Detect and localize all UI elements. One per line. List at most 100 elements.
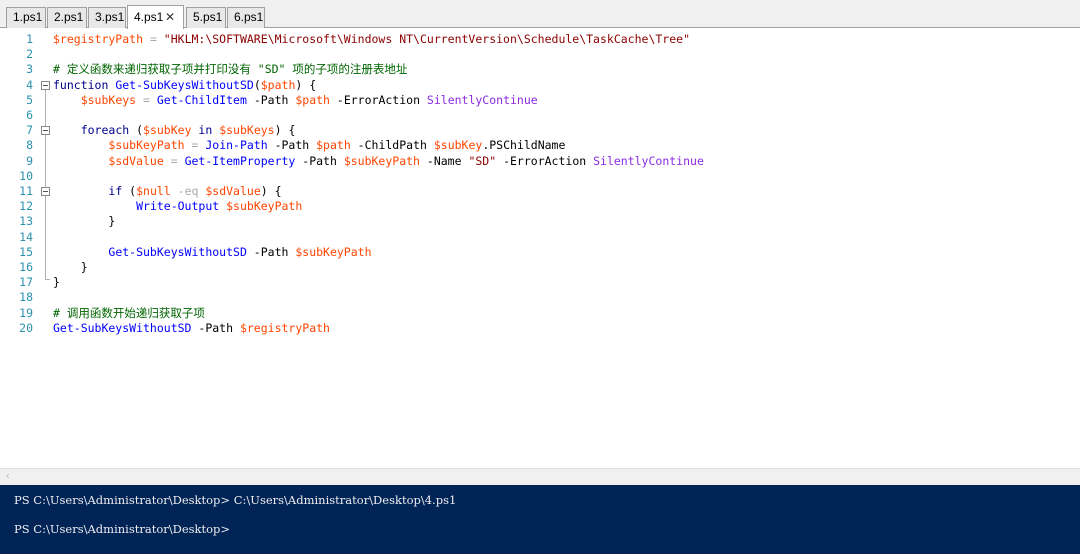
- collapse-minus-icon[interactable]: [41, 187, 50, 196]
- code-token: $sdValue: [205, 184, 261, 198]
- code-token: $subKeyPath: [226, 199, 303, 214]
- code-token: (: [253, 77, 261, 92]
- tab-4-ps1[interactable]: 4.ps1 ✕: [127, 5, 184, 29]
- collapse-minus-icon[interactable]: [41, 80, 50, 90]
- code-line[interactable]: 9 $sdValue = Get-ItemProperty -Path $sub…: [0, 154, 1080, 169]
- console-line: PS C:\Users\Administrator\Desktop> C:\Us…: [14, 493, 457, 507]
- code-line[interactable]: 16 }: [0, 260, 1080, 275]
- line-number: 8: [26, 138, 33, 153]
- code-line[interactable]: 6: [0, 108, 1080, 123]
- collapse-minus-icon[interactable]: [41, 126, 50, 136]
- code-token: $registryPath: [239, 320, 330, 335]
- code-text: }: [53, 275, 60, 290]
- close-icon[interactable]: ✕: [165, 6, 175, 28]
- script-editor[interactable]: 1 $registryPath = "HKLM:\SOFTWARE\Microso…: [0, 28, 1080, 468]
- code-line[interactable]: 11 if ($null -eq $sdValue) {: [0, 184, 1080, 199]
- line-number: 12: [19, 199, 33, 214]
- code-token: -Path: [246, 244, 296, 259]
- code-token: "HKLM:\SOFTWARE\Microsoft\Windows NT\Cur…: [163, 32, 690, 46]
- code-token: $subKeyPath: [108, 138, 185, 153]
- code-text: Get-SubKeysWithoutSD -Path $registryPath: [53, 321, 330, 336]
- code-line[interactable]: 12 Write-Output $subKeyPath: [0, 199, 1080, 214]
- line-number: 10: [19, 168, 33, 183]
- code-token: $subKeyPath: [295, 244, 372, 259]
- code-token: foreach: [80, 123, 130, 138]
- code-token: # 定义函数来递归获取子项并打印没有 "SD" 项的子项的注册表地址: [53, 62, 408, 77]
- code-token: $subKey: [433, 138, 483, 153]
- tab-2-ps1[interactable]: 2.ps1: [47, 7, 87, 28]
- code-token: SilentlyContinue: [426, 92, 538, 107]
- code-token: -ErrorAction: [329, 92, 427, 107]
- code-token: ) {: [274, 123, 296, 138]
- code-line[interactable]: 17}: [0, 275, 1080, 290]
- code-token: $path: [295, 92, 330, 107]
- code-token: Get-ItemProperty: [184, 153, 296, 168]
- code-token: -Path: [246, 92, 296, 107]
- code-line[interactable]: 20 Get-SubKeysWithoutSD -Path $registryPa…: [0, 321, 1080, 336]
- code-token: ) {: [295, 77, 317, 92]
- code-token: "SD": [468, 153, 497, 168]
- code-token: -eq: [170, 184, 206, 198]
- code-text: $registryPath = "HKLM:\SOFTWARE\Microsof…: [53, 32, 690, 47]
- code-line[interactable]: 2: [0, 47, 1080, 62]
- code-token: PSChildName: [489, 138, 566, 153]
- horizontal-scrollbar[interactable]: ‹: [0, 468, 1080, 485]
- tab-6-ps1[interactable]: 6.ps1: [227, 7, 265, 28]
- code-line[interactable]: 3 # 定义函数来递归获取子项并打印没有 "SD" 项的子项的注册表地址: [0, 62, 1080, 77]
- line-number: 2: [26, 47, 33, 62]
- code-line[interactable]: 13 }: [0, 214, 1080, 229]
- code-line[interactable]: 18: [0, 290, 1080, 305]
- code-line[interactable]: 10: [0, 169, 1080, 184]
- tab-3-ps1[interactable]: 3.ps1: [88, 7, 126, 28]
- code-token: $sdValue: [108, 153, 164, 168]
- line-number: 14: [19, 229, 33, 244]
- line-number: 15: [19, 244, 33, 259]
- code-line[interactable]: 4 function Get-SubKeysWithoutSD($path) {: [0, 78, 1080, 93]
- line-number: 11: [19, 184, 33, 198]
- code-token: Get-SubKeysWithoutSD: [115, 77, 254, 92]
- line-number: 19: [19, 305, 33, 320]
- line-number: 3: [26, 62, 33, 77]
- tab-bar: 1.ps1 2.ps1 3.ps1 4.ps1 ✕ 5.ps1 6.ps1: [0, 0, 1080, 29]
- code-token: Get-ChildItem: [156, 92, 247, 107]
- code-token: ) {: [260, 184, 282, 198]
- code-token: -Path: [267, 138, 317, 153]
- code-text: function Get-SubKeysWithoutSD($path) {: [53, 78, 316, 93]
- code-token: $registryPath: [53, 32, 144, 46]
- code-line[interactable]: 1 $registryPath = "HKLM:\SOFTWARE\Microso…: [0, 32, 1080, 47]
- line-number: 18: [19, 290, 33, 305]
- code-text: foreach ($subKey in $subKeys) {: [53, 123, 296, 138]
- chevron-left-icon[interactable]: ‹: [6, 470, 10, 482]
- tab-label: 1.ps1: [13, 10, 43, 24]
- code-line[interactable]: 15 Get-SubKeysWithoutSD -Path $subKeyPat…: [0, 245, 1080, 260]
- code-token: (: [129, 123, 144, 138]
- code-token: Get-SubKeysWithoutSD: [108, 244, 247, 259]
- code-line[interactable]: 8 $subKeyPath = Join-Path -Path $path -C…: [0, 138, 1080, 153]
- console-pane[interactable]: PS C:\Users\Administrator\Desktop> C:\Us…: [0, 485, 1080, 554]
- code-token: =: [163, 153, 185, 168]
- line-number: 5: [26, 92, 33, 107]
- code-line[interactable]: 5 $subKeys = Get-ChildItem -Path $path -…: [0, 93, 1080, 108]
- line-number: 1: [26, 32, 33, 46]
- code-token: -ErrorAction: [496, 153, 594, 168]
- line-number: 6: [26, 108, 33, 122]
- code-token: }: [53, 260, 88, 274]
- code-token: in: [191, 123, 220, 138]
- code-text: # 调用函数开始递归获取子项: [53, 306, 205, 321]
- code-token: (: [122, 184, 137, 198]
- tab-5-ps1[interactable]: 5.ps1: [186, 7, 226, 28]
- code-text: Write-Output $subKeyPath: [53, 199, 302, 214]
- code-line[interactable]: 14: [0, 230, 1080, 245]
- console-prompt: PS C:\Users\Administrator\Desktop>: [14, 522, 231, 536]
- code-text: }: [53, 260, 88, 275]
- code-token: $null: [136, 184, 171, 198]
- code-token: $subKey: [143, 123, 192, 138]
- code-token: =: [136, 92, 157, 107]
- code-line[interactable]: 7 foreach ($subKey in $subKeys) {: [0, 123, 1080, 138]
- code-line[interactable]: 19 # 调用函数开始递归获取子项: [0, 306, 1080, 321]
- tab-1-ps1[interactable]: 1.ps1: [6, 7, 46, 28]
